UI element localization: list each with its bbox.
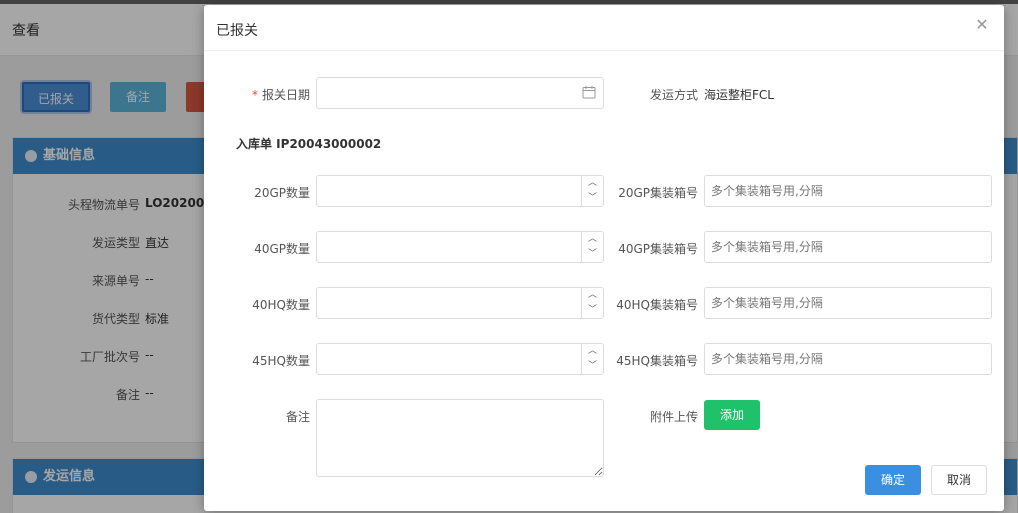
container-input-40hq[interactable] [704, 287, 992, 319]
chevron-up-icon[interactable]: ︿ [582, 232, 603, 247]
chevron-down-icon[interactable]: ﹀ [582, 359, 603, 374]
declare-date-text: 报关日期 [261, 88, 310, 102]
attachment-label: 附件上传 [649, 410, 698, 424]
inbound-order: 入库单 IP20043000002 [236, 137, 382, 151]
container-label-20gp: 20GP集装箱号 [618, 186, 698, 200]
confirm-button[interactable]: 确定 [865, 465, 921, 495]
qty-label-40gp: 40GP数量 [254, 242, 310, 256]
stepper-controls[interactable]: ︿ ﹀ [581, 232, 603, 262]
container-label-40hq: 40HQ集装箱号 [616, 298, 698, 312]
qty-stepper-40gp[interactable]: ︿ ﹀ [316, 231, 604, 263]
dialog-title: 已报关 [216, 23, 258, 39]
qty-input-45hq[interactable] [316, 343, 604, 375]
declare-dialog: 已报关 ✕ * 报关日期 发运方式 海运整柜FCL 入库单 IP200430000… [204, 5, 1004, 511]
dialog-header: 已报关 ✕ [204, 5, 1004, 51]
qty-stepper-45hq[interactable]: ︿ ﹀ [316, 343, 604, 375]
qty-stepper-40hq[interactable]: ︿ ﹀ [316, 287, 604, 319]
chevron-up-icon[interactable]: ︿ [582, 176, 603, 191]
chevron-up-icon[interactable]: ︿ [582, 288, 603, 303]
declare-date-label: * 报关日期 [244, 86, 310, 103]
qty-label-40hq: 40HQ数量 [252, 298, 310, 312]
close-icon[interactable]: ✕ [974, 17, 990, 33]
stepper-controls[interactable]: ︿ ﹀ [581, 344, 603, 374]
cancel-button[interactable]: 取消 [931, 465, 987, 495]
qty-input-40hq[interactable] [316, 287, 604, 319]
container-input-20gp[interactable] [704, 175, 992, 207]
qty-label-20gp: 20GP数量 [254, 186, 310, 200]
required-mark: * [251, 88, 258, 102]
container-input-45hq[interactable] [704, 343, 992, 375]
chevron-down-icon[interactable]: ﹀ [582, 191, 603, 206]
chevron-up-icon[interactable]: ︿ [582, 344, 603, 359]
declare-date-input[interactable] [316, 77, 604, 109]
stepper-controls[interactable]: ︿ ﹀ [581, 176, 603, 206]
container-input-40gp[interactable] [704, 231, 992, 263]
remark-textarea[interactable] [316, 399, 604, 477]
container-label-45hq: 45HQ集装箱号 [616, 354, 698, 368]
ship-method-value: 海运整柜FCL [704, 88, 774, 102]
remark-label: 备注 [285, 410, 310, 424]
qty-label-45hq: 45HQ数量 [252, 354, 310, 368]
qty-input-40gp[interactable] [316, 231, 604, 263]
add-attachment-button[interactable]: 添加 [704, 400, 760, 430]
calendar-icon[interactable] [582, 85, 596, 99]
qty-stepper-20gp[interactable]: ︿ ﹀ [316, 175, 604, 207]
ship-method-label: 发运方式 [649, 88, 698, 102]
declare-date-picker[interactable] [316, 77, 604, 109]
chevron-down-icon[interactable]: ﹀ [582, 303, 603, 318]
qty-input-20gp[interactable] [316, 175, 604, 207]
stepper-controls[interactable]: ︿ ﹀ [581, 288, 603, 318]
container-label-40gp: 40GP集装箱号 [618, 242, 698, 256]
chevron-down-icon[interactable]: ﹀ [582, 247, 603, 262]
